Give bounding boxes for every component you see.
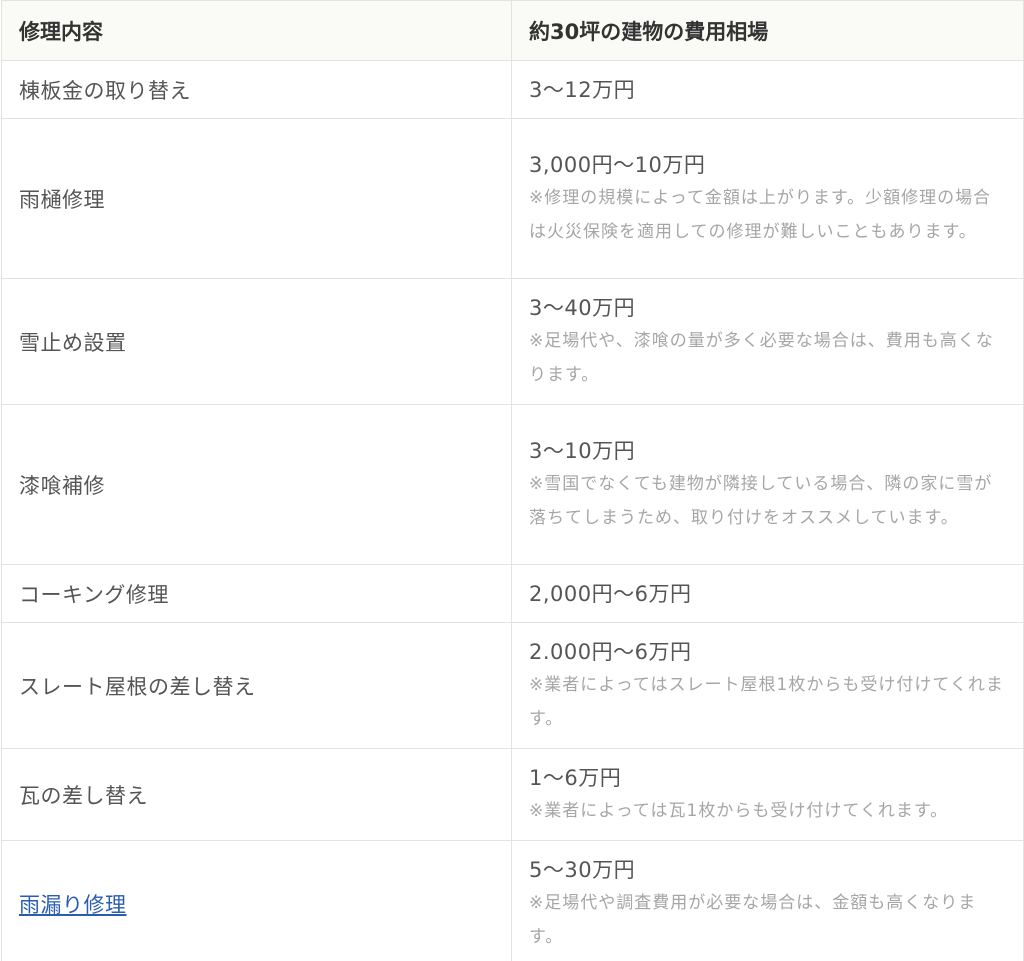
price-text: 3〜12万円 <box>529 77 636 102</box>
repair-item-cell: コーキング修理 <box>1 564 512 623</box>
price-text: 2,000円〜6万円 <box>529 581 692 606</box>
price-note: ※業者によってはスレート屋根1枚からも受け付けてくれます。 <box>529 674 1004 729</box>
price-note: ※足場代や、漆喰の量が多く必要な場合は、費用も高くなります。 <box>529 330 994 385</box>
price-cell: 3〜40万円 ※足場代や、漆喰の量が多く必要な場合は、費用も高くなります。 <box>511 278 1024 405</box>
repair-item-cell: スレート屋根の差し替え <box>1 622 512 749</box>
price-cell: 3,000円〜10万円 ※修理の規模によって金額は上がります。少額修理の場合は火… <box>511 118 1024 279</box>
price-cell: 5〜30万円 ※足場代や調査費用が必要な場合は、金額も高くなります。 <box>511 840 1024 961</box>
repair-item-cell: 雨漏り修理 <box>1 840 512 961</box>
price-cell: 2,000円〜6万円 <box>511 564 1024 623</box>
repair-item-cell: 雨樋修理 <box>1 118 512 279</box>
table-row: 雨漏り修理 5〜30万円 ※足場代や調査費用が必要な場合は、金額も高くなります。 <box>1 840 1024 961</box>
price-note: ※修理の規模によって金額は上がります。少額修理の場合は火災保険を適用しての修理が… <box>529 187 992 242</box>
table-row: 棟板金の取り替え 3〜12万円 <box>1 60 1024 119</box>
table-header-row: 修理内容 約30坪の建物の費用相場 <box>1 0 1024 61</box>
price-note: ※足場代や調査費用が必要な場合は、金額も高くなります。 <box>529 892 977 947</box>
repair-item-cell: 棟板金の取り替え <box>1 60 512 119</box>
price-text: 5〜30万円 <box>529 857 636 882</box>
table-row: 瓦の差し替え 1〜6万円 ※業者によっては瓦1枚からも受け付けてくれます。 <box>1 748 1024 841</box>
price-cell: 1〜6万円 ※業者によっては瓦1枚からも受け付けてくれます。 <box>511 748 1024 841</box>
leak-repair-link[interactable]: 雨漏り修理 <box>19 893 127 917</box>
repair-item-cell: 漆喰補修 <box>1 404 512 565</box>
header-cost-range: 約30坪の建物の費用相場 <box>511 0 1024 61</box>
price-text: 3〜40万円 <box>529 295 636 320</box>
price-text: 3〜10万円 <box>529 438 636 463</box>
price-cell: 3〜10万円 ※雪国でなくても建物が隣接している場合、隣の家に雪が落ちてしまうた… <box>511 404 1024 565</box>
table-row: 雨樋修理 3,000円〜10万円 ※修理の規模によって金額は上がります。少額修理… <box>1 118 1024 279</box>
table-row: コーキング修理 2,000円〜6万円 <box>1 564 1024 623</box>
price-text: 3,000円〜10万円 <box>529 152 706 177</box>
repair-cost-table: 修理内容 約30坪の建物の費用相場 棟板金の取り替え 3〜12万円 雨樋修理 3… <box>1 0 1024 961</box>
price-cell: 3〜12万円 <box>511 60 1024 119</box>
price-note: ※業者によっては瓦1枚からも受け付けてくれます。 <box>529 800 949 821</box>
price-note: ※雪国でなくても建物が隣接している場合、隣の家に雪が落ちてしまうため、取り付けを… <box>529 473 993 528</box>
repair-item-cell: 瓦の差し替え <box>1 748 512 841</box>
price-cell: 2.000円〜6万円 ※業者によってはスレート屋根1枚からも受け付けてくれます。 <box>511 622 1024 749</box>
table-row: 雪止め設置 3〜40万円 ※足場代や、漆喰の量が多く必要な場合は、費用も高くなり… <box>1 278 1024 405</box>
table-row: 漆喰補修 3〜10万円 ※雪国でなくても建物が隣接している場合、隣の家に雪が落ち… <box>1 404 1024 565</box>
header-repair-item: 修理内容 <box>1 0 512 61</box>
price-text: 1〜6万円 <box>529 765 622 790</box>
price-text: 2.000円〜6万円 <box>529 639 692 664</box>
table-row: スレート屋根の差し替え 2.000円〜6万円 ※業者によってはスレート屋根1枚か… <box>1 622 1024 749</box>
repair-item-cell: 雪止め設置 <box>1 278 512 405</box>
